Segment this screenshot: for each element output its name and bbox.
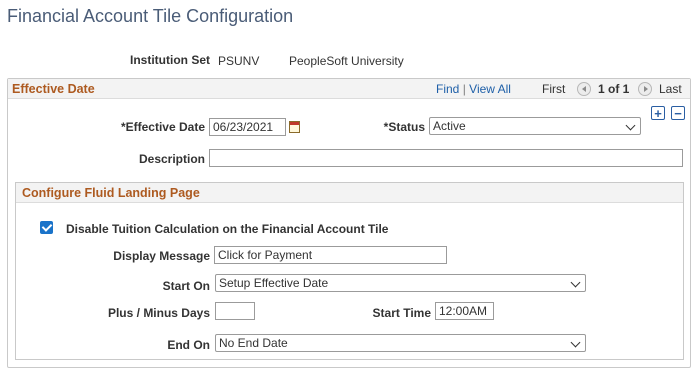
- effective-date-title: Effective Date: [12, 82, 95, 96]
- plus-minus-days-label: Plus / Minus Days: [107, 306, 210, 320]
- row-position: 1 of 1: [598, 82, 630, 96]
- nav-separator: |: [462, 82, 466, 96]
- display-message-label: Display Message: [113, 249, 210, 263]
- calendar-icon[interactable]: [289, 121, 300, 133]
- first-label: First: [542, 82, 566, 96]
- end-on-value: No End Date: [219, 336, 288, 350]
- fluid-landing-title: Configure Fluid Landing Page: [22, 186, 200, 200]
- first-arrow-icon: [581, 86, 586, 92]
- grid-navigation: Find | View All: [436, 82, 511, 96]
- start-on-select[interactable]: Setup Effective Date: [215, 274, 586, 292]
- institution-set-label: Institution Set: [130, 53, 210, 67]
- display-message-input[interactable]: Click for Payment: [214, 246, 447, 264]
- disable-tuition-label: Disable Tuition Calculation on the Finan…: [66, 222, 389, 236]
- find-link[interactable]: Find: [436, 82, 459, 96]
- view-all-link[interactable]: View All: [469, 82, 511, 96]
- status-select[interactable]: Active: [429, 117, 641, 135]
- plus-minus-days-input[interactable]: [215, 302, 255, 320]
- end-on-label: End On: [167, 338, 210, 352]
- page-title: Financial Account Tile Configuration: [7, 6, 294, 26]
- institution-set-code: PSUNV: [218, 54, 260, 68]
- start-on-value: Setup Effective Date: [219, 276, 329, 290]
- institution-set-name: PeopleSoft University: [289, 54, 404, 68]
- effective-date-input[interactable]: 06/23/2021: [209, 118, 286, 136]
- chevron-down-icon: [625, 120, 636, 131]
- description-label: Description: [138, 152, 205, 166]
- start-on-label: Start On: [162, 279, 210, 293]
- status-label: *Status: [383, 120, 425, 134]
- add-row-button[interactable]: +: [651, 106, 665, 120]
- effective-date-label: *Effective Date: [120, 120, 205, 134]
- start-time-label: Start Time: [372, 306, 431, 320]
- chevron-down-icon: [570, 337, 581, 348]
- description-input[interactable]: [209, 149, 683, 167]
- checkbox-checked-icon: [41, 221, 52, 232]
- status-value: Active: [433, 119, 466, 133]
- start-time-input[interactable]: 12:00AM: [435, 302, 494, 320]
- previous-row-button[interactable]: [577, 82, 591, 96]
- next-row-button[interactable]: [638, 82, 652, 96]
- last-label: Last: [659, 82, 682, 96]
- chevron-down-icon: [570, 277, 581, 288]
- next-arrow-icon: [643, 86, 648, 92]
- add-row-icon: +: [654, 105, 662, 121]
- end-on-select[interactable]: No End Date: [215, 334, 586, 352]
- delete-row-button[interactable]: −: [671, 106, 685, 120]
- delete-row-icon: −: [674, 105, 682, 121]
- disable-tuition-checkbox[interactable]: [40, 221, 53, 234]
